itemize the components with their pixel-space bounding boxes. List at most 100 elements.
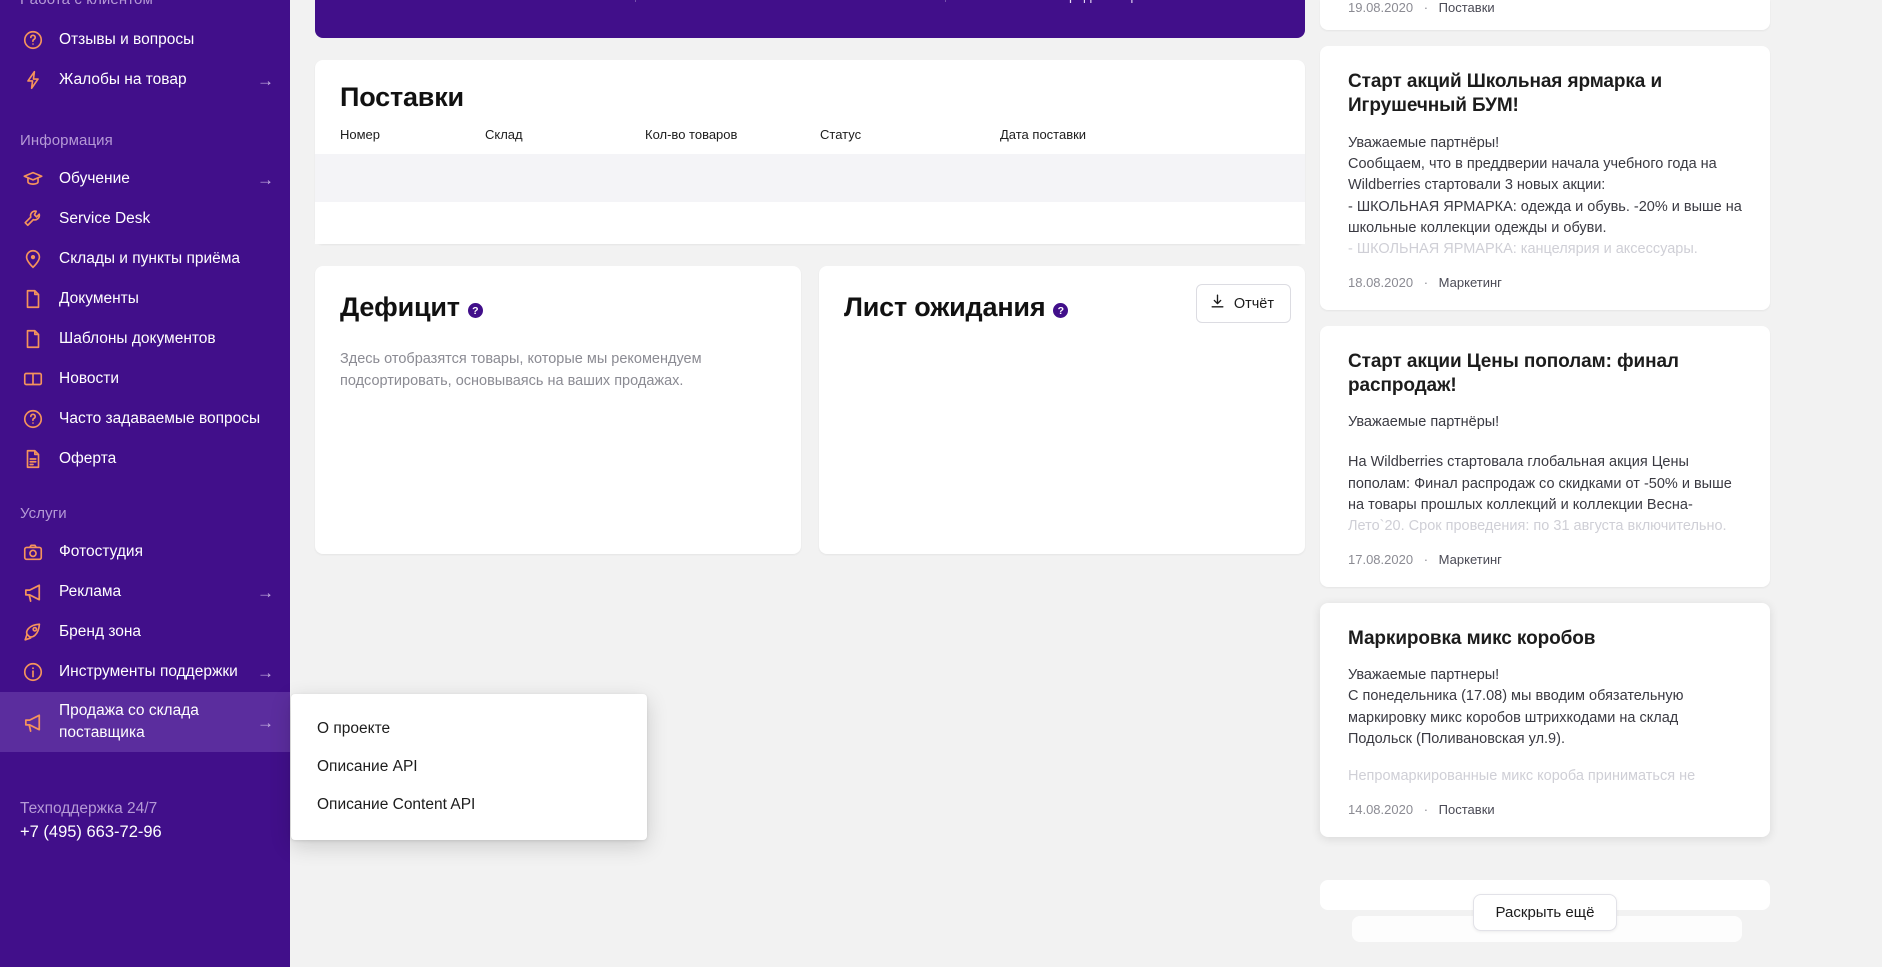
stats-banner: Средняя оценка: 3.34 bbox=[315, 0, 1305, 38]
sidebar-section-title-services: Услуги bbox=[20, 505, 67, 522]
column-header-data-postavki[interactable]: Дата поставки bbox=[1000, 127, 1305, 154]
column-header-status[interactable]: Статус bbox=[820, 127, 1000, 154]
news-date: 19.08.2020 bbox=[1348, 0, 1414, 15]
news-title[interactable]: Старт акции Цены пополам: финал распрода… bbox=[1348, 350, 1742, 399]
expand-news-wrapper: Раскрыть ещё bbox=[1320, 894, 1770, 931]
contract-icon bbox=[20, 446, 46, 472]
document-icon bbox=[20, 286, 46, 312]
news-card[interactable]: 19.08.2020 · Поставки bbox=[1320, 0, 1770, 30]
news-category[interactable]: Поставки bbox=[1439, 0, 1495, 15]
sidebar-item-brend-zona[interactable]: Бренд зона bbox=[0, 612, 290, 652]
dropdown-item-opisanie-content-api[interactable]: Описание Content API bbox=[291, 786, 647, 824]
news-date: 18.08.2020 bbox=[1348, 274, 1414, 290]
sidebar-item-service-desk[interactable]: Service Desk bbox=[0, 199, 290, 239]
supplies-empty-row bbox=[315, 154, 1305, 202]
chevron-right-icon: → bbox=[257, 70, 274, 90]
supplies-header: Поставки bbox=[315, 60, 1305, 113]
news-body: Уважаемые партнёры! Сообщаем, что в пред… bbox=[1348, 133, 1742, 261]
waitlist-card: Лист ожидания ? Отчёт bbox=[819, 266, 1305, 554]
sidebar-item-chasto-zadavaemye-voprosy[interactable]: Часто задаваемые вопросы bbox=[0, 399, 290, 439]
sidebar-item-label: Склады и пункты приёма bbox=[59, 250, 241, 268]
sidebar-item-reklama[interactable]: Реклама → bbox=[0, 572, 290, 612]
dropdown-item-opisanie-api[interactable]: Описание API bbox=[291, 748, 647, 786]
sidebar-item-label: Документы bbox=[59, 290, 139, 308]
news-card[interactable]: Старт акций Школьная ярмарка и Игрушечны… bbox=[1320, 46, 1770, 310]
sidebar-item-label: Фотостудия bbox=[59, 543, 143, 561]
news-category[interactable]: Поставки bbox=[1439, 802, 1495, 817]
supplies-title: Поставки bbox=[340, 82, 464, 112]
sidebar-item-label: Service Desk bbox=[59, 210, 151, 228]
news-card[interactable]: Старт акции Цены пополам: финал распрода… bbox=[1320, 325, 1770, 587]
supplies-empty-row bbox=[315, 202, 1305, 244]
column-header-kol-vo-tovarov[interactable]: Кол-во товаров bbox=[645, 127, 820, 154]
news-date: 14.08.2020 bbox=[1348, 801, 1414, 817]
info-circle-icon bbox=[20, 659, 46, 685]
supplier-warehouse-dropdown: О проекте Описание API Описание Content … bbox=[291, 694, 647, 840]
report-button[interactable]: Отчёт bbox=[1195, 284, 1291, 323]
support-title: Техподдержка 24/7 bbox=[20, 800, 158, 817]
sidebar-item-label: Жалобы на товар bbox=[59, 71, 187, 89]
sidebar-item-label: Шаблоны документов bbox=[59, 330, 216, 348]
cards-row: Дефицит ? Здесь отобразятся товары, кото… bbox=[315, 266, 1305, 554]
news-title[interactable]: Старт акций Школьная ярмарка и Игрушечны… bbox=[1348, 70, 1742, 119]
sidebar-item-label: Оферта bbox=[59, 450, 117, 468]
rocket-icon bbox=[20, 619, 46, 645]
news-body-spacer bbox=[1348, 433, 1742, 452]
news-body: Уважаемые партнеры! С понедельника (17.0… bbox=[1348, 665, 1742, 788]
supplies-table: Номер Склад Кол-во товаров Статус Дата п… bbox=[315, 127, 1305, 244]
column-header-sklad[interactable]: Склад bbox=[485, 127, 645, 154]
question-help-icon[interactable]: ? bbox=[467, 303, 483, 318]
news-body-line: На Wildberries стартовала глобальная акц… bbox=[1348, 454, 1732, 514]
chevron-right-icon: → bbox=[257, 582, 274, 602]
news-body: Уважаемые партнёры! На Wildberries старт… bbox=[1348, 412, 1742, 538]
news-body-line: С понедельника (17.08) мы вводим обязате… bbox=[1348, 688, 1684, 747]
expand-more-button[interactable]: Раскрыть ещё bbox=[1472, 894, 1618, 931]
news-body-line: Сообщаем, что в преддверии начала учебно… bbox=[1348, 155, 1717, 194]
sidebar-item-label: Реклама bbox=[59, 583, 122, 601]
sidebar-item-obuchenie[interactable]: Обучение → bbox=[0, 159, 290, 199]
sidebar-section-title-info: Информация bbox=[20, 132, 113, 149]
news-meta-separator: · bbox=[1423, 0, 1429, 15]
support-phone[interactable]: +7 (495) 663-72-96 bbox=[20, 823, 162, 842]
sidebar-item-oferta[interactable]: Оферта bbox=[0, 439, 290, 479]
sidebar-item-otzyvy-i-voprosy[interactable]: Отзывы и вопросы bbox=[0, 20, 290, 60]
news-category[interactable]: Маркетинг bbox=[1439, 275, 1502, 290]
news-category[interactable]: Маркетинг bbox=[1439, 552, 1502, 567]
main-column: Средняя оценка: 3.34 Поставки Номер Скла… bbox=[315, 0, 1305, 554]
chevron-right-icon: → bbox=[257, 662, 274, 682]
graduation-cap-icon bbox=[20, 166, 46, 192]
news-date: 17.08.2020 bbox=[1348, 551, 1414, 567]
deficit-card: Дефицит ? Здесь отобразятся товары, кото… bbox=[315, 266, 801, 554]
book-icon bbox=[20, 366, 46, 392]
deficit-empty-text: Здесь отобразятся товары, которые мы рек… bbox=[340, 351, 702, 389]
app-screen: Работа с клиентом Отзывы и вопросы Жалоб… bbox=[0, 0, 1882, 967]
column-header-nomer[interactable]: Номер bbox=[315, 127, 485, 154]
news-meta: 17.08.2020 · Маркетинг bbox=[1348, 552, 1742, 567]
sidebar-item-novosti[interactable]: Новости bbox=[0, 359, 290, 399]
news-body-line: Уважаемые партнёры! bbox=[1348, 414, 1500, 431]
sidebar-item-label: Отзывы и вопросы bbox=[59, 31, 195, 49]
sidebar-item-dokumenty[interactable]: Документы bbox=[0, 279, 290, 319]
sidebar-item-shablony-dokumentov[interactable]: Шаблоны документов bbox=[0, 319, 290, 359]
megaphone-icon bbox=[20, 579, 46, 605]
chevron-right-icon: → bbox=[257, 169, 274, 189]
news-body-spacer bbox=[1348, 750, 1742, 766]
news-meta-separator: · bbox=[1423, 801, 1429, 817]
sidebar-item-prodazha-so-sklada-postavshchika[interactable]: Продажа со склада поставщика → bbox=[0, 692, 290, 752]
sidebar-item-instrumenty-podderzhki[interactable]: Инструменты поддержки → bbox=[0, 652, 290, 692]
sidebar-item-label: Обучение bbox=[59, 170, 130, 188]
news-meta: 18.08.2020 · Маркетинг bbox=[1348, 275, 1742, 290]
deficit-header: Дефицит ? bbox=[340, 292, 776, 323]
sidebar: Работа с клиентом Отзывы и вопросы Жалоб… bbox=[0, 0, 290, 967]
sidebar-item-fotostudiya[interactable]: Фотостудия bbox=[0, 532, 290, 572]
sidebar-item-sklady-i-punkty-priema[interactable]: Склады и пункты приёма bbox=[0, 239, 290, 279]
news-body-line: Уважаемые партнеры! bbox=[1348, 667, 1500, 683]
sidebar-group-client: Отзывы и вопросы Жалобы на товар → bbox=[0, 20, 290, 100]
news-column: 19.08.2020 · Поставки Старт акций Школьн… bbox=[1320, 0, 1770, 853]
sidebar-item-zhaloby-na-tovar[interactable]: Жалобы на товар → bbox=[0, 60, 290, 100]
news-title[interactable]: Маркировка микс коробов bbox=[1348, 627, 1742, 651]
supplies-table-header-row: Номер Склад Кол-во товаров Статус Дата п… bbox=[315, 127, 1305, 154]
dropdown-item-o-proekte[interactable]: О проекте bbox=[291, 710, 647, 748]
news-card[interactable]: Маркировка микс коробов Уважаемые партне… bbox=[1320, 602, 1770, 837]
question-help-icon[interactable]: ? bbox=[1053, 303, 1069, 318]
